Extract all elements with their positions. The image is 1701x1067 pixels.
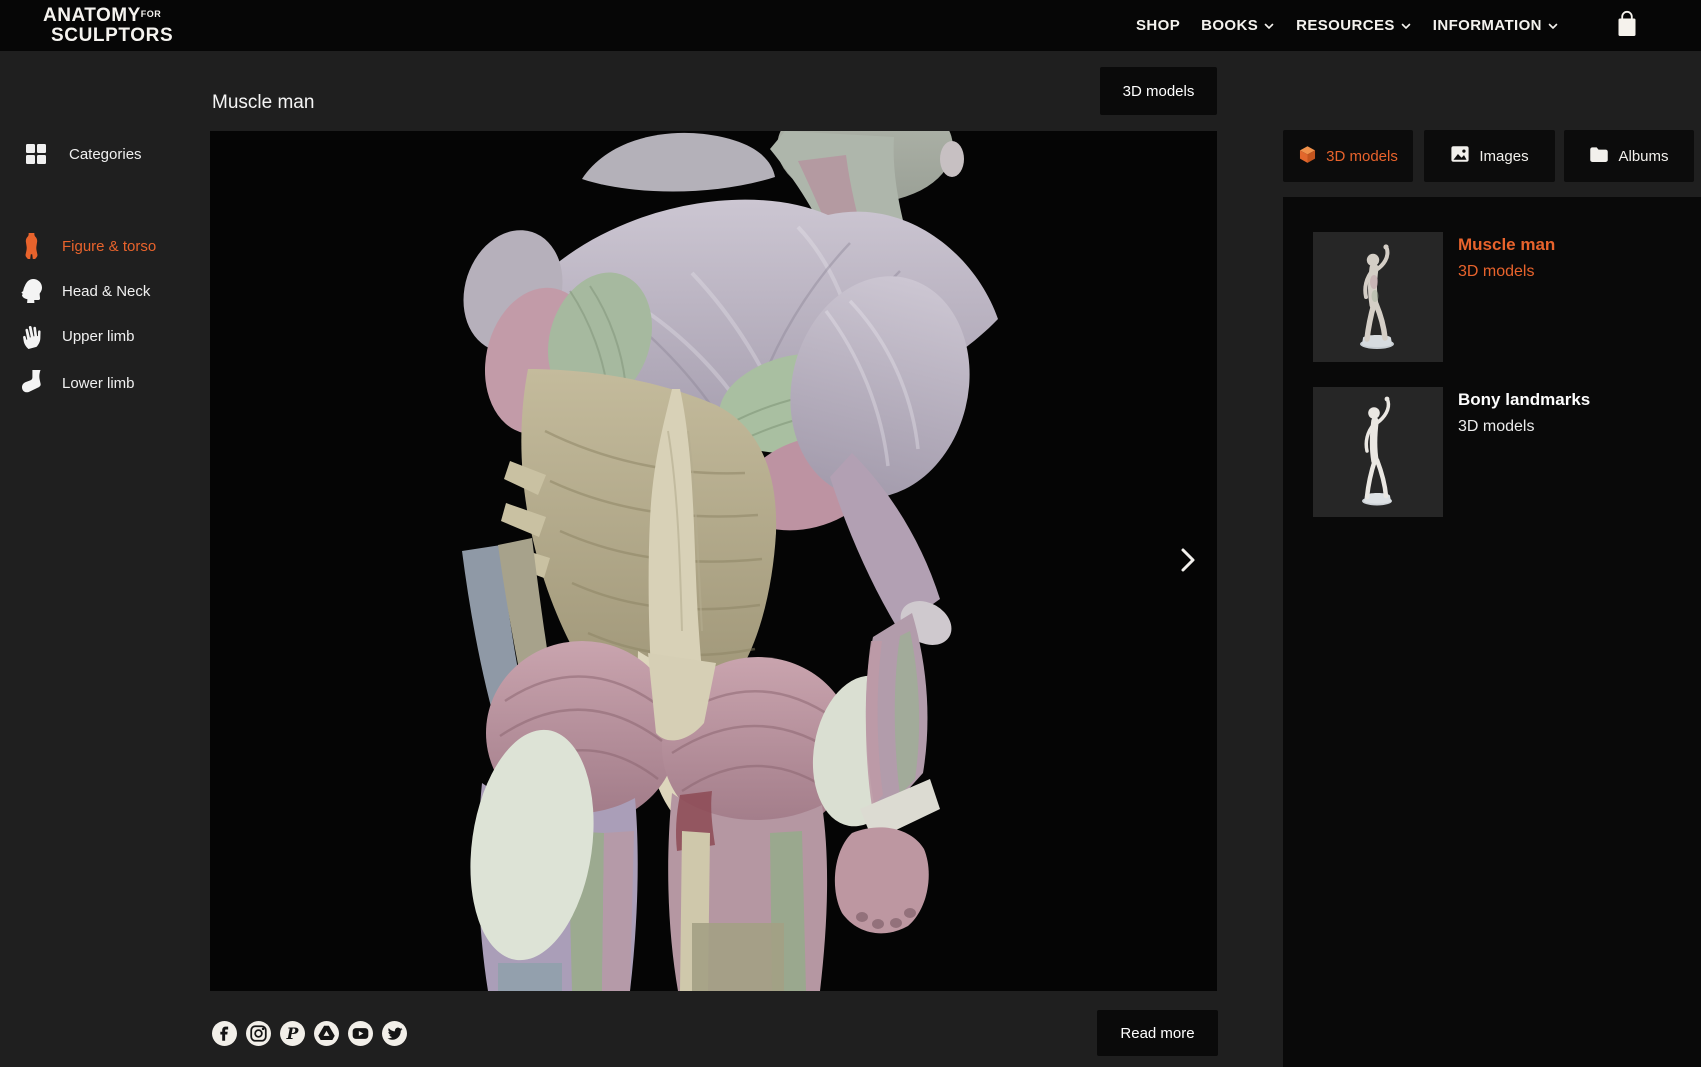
hand-icon [16,323,46,349]
nav-item-information[interactable]: INFORMATION [1433,17,1559,34]
twitter-icon[interactable] [382,1021,407,1046]
sidebar-item-label: Lower limb [62,375,135,392]
instagram-icon[interactable] [246,1021,271,1046]
sidebar-categories-header[interactable]: Categories [21,139,142,169]
grid-icon [21,142,51,166]
cube-icon [1298,145,1317,168]
related-item-title: Bony landmarks [1458,390,1590,410]
tab-images[interactable]: Images [1424,130,1555,182]
sidebar-item-head-neck[interactable]: Head & Neck [16,276,150,306]
read-more-button[interactable]: Read more [1097,1010,1218,1056]
sidebar-item-label: Figure & torso [62,238,156,255]
chevron-down-icon [1547,20,1559,32]
sidebar-item-figure-torso[interactable]: Figure & torso [16,231,156,261]
list-item-bony-landmarks[interactable]: Bony landmarks 3D models [1313,387,1683,517]
shopping-bag-icon[interactable] [1616,10,1638,40]
foot-icon [16,370,46,396]
model-viewer[interactable] [210,131,1217,991]
sidebar-item-lower-limb[interactable]: Lower limb [16,368,135,398]
model-thumbnail [1313,387,1443,517]
sidebar-item-label: Head & Neck [62,283,150,300]
image-icon [1450,145,1470,167]
page: ANATOMYFOR SCULPTORS SHOP BOOKS RESOURCE… [0,0,1701,1067]
top-navbar: ANATOMYFOR SCULPTORS SHOP BOOKS RESOURCE… [0,0,1701,51]
drive-icon[interactable] [314,1021,339,1046]
tab-albums[interactable]: Albums [1564,130,1694,182]
site-logo[interactable]: ANATOMYFOR SCULPTORS [43,6,173,45]
svg-text:P: P [286,1024,300,1043]
page-title: Muscle man [212,92,314,114]
related-item-subtitle: 3D models [1458,263,1534,281]
related-models-panel: Muscle man 3D models [1283,197,1701,1067]
tab-3d-models[interactable]: 3D models [1283,130,1413,182]
sidebar-item-upper-limb[interactable]: Upper limb [16,321,135,351]
logo-line1-suffix: FOR [141,9,162,19]
chevron-right-icon [1177,547,1199,578]
muscle-model-render [210,131,1217,991]
nav-menu: SHOP BOOKS RESOURCES INFORMATION [1136,0,1559,51]
related-item-title: Muscle man [1458,235,1555,255]
nav-item-shop[interactable]: SHOP [1136,17,1180,34]
nav-item-books[interactable]: BOOKS [1201,17,1275,34]
chevron-down-icon [1400,20,1412,32]
pinterest-icon[interactable]: P [280,1021,305,1046]
logo-line2: SCULPTORS [51,26,173,45]
folder-icon [1589,146,1609,167]
related-item-subtitle: 3D models [1458,418,1534,436]
social-links: P [212,1021,407,1046]
sidebar-item-label: Upper limb [62,328,135,345]
youtube-icon[interactable] [348,1021,373,1046]
torso-icon [16,233,46,259]
next-slide-button[interactable] [1173,547,1203,577]
sidebar-title: Categories [69,146,142,163]
nav-item-resources[interactable]: RESOURCES [1296,17,1412,34]
facebook-icon[interactable] [212,1021,237,1046]
category-badge[interactable]: 3D models [1100,67,1217,115]
logo-line1: ANATOMY [43,5,141,26]
list-item-muscle-man[interactable]: Muscle man 3D models [1313,232,1683,362]
model-thumbnail [1313,232,1443,362]
head-icon [16,278,46,304]
chevron-down-icon [1263,20,1275,32]
